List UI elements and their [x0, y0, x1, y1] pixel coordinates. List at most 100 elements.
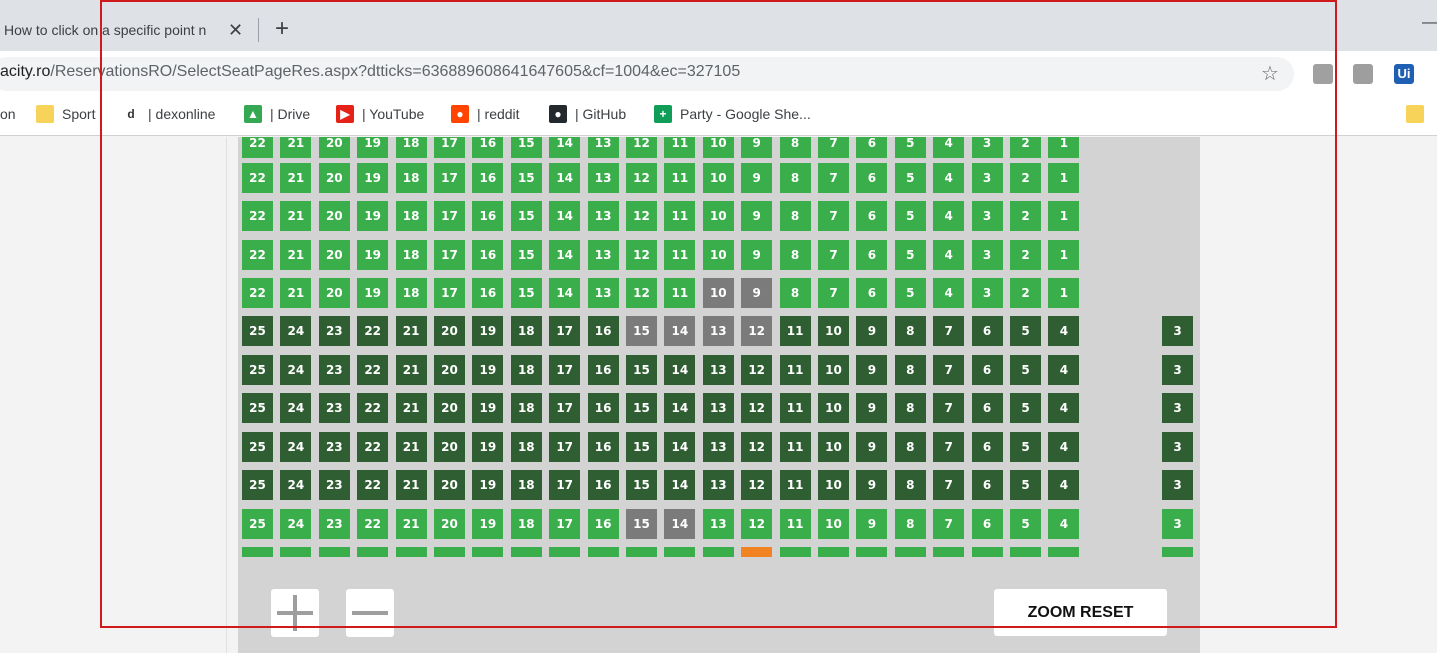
seat[interactable]: 3 — [1162, 393, 1193, 423]
seat[interactable]: 7 — [933, 393, 965, 423]
seat[interactable]: 8 — [894, 355, 926, 385]
close-tab-icon[interactable]: ✕ — [228, 20, 243, 41]
seat[interactable]: 8 — [779, 163, 811, 193]
seat[interactable]: 13 — [702, 355, 734, 385]
seat[interactable]: 22 — [357, 316, 389, 346]
seat[interactable]: 1 — [1048, 137, 1080, 158]
seat[interactable] — [510, 547, 542, 557]
zoom-reset-button[interactable]: ZOOM RESET — [994, 589, 1167, 636]
seat[interactable]: 23 — [318, 432, 350, 462]
seat[interactable]: 8 — [894, 316, 926, 346]
tower-extension-icon[interactable] — [1353, 64, 1373, 84]
seat[interactable]: 4 — [1048, 509, 1080, 539]
bookmark-youtube[interactable]: ▶ | YouTube — [336, 104, 424, 124]
seat[interactable]: 19 — [472, 316, 504, 346]
seat[interactable]: 9 — [856, 355, 888, 385]
seat[interactable]: 21 — [280, 137, 312, 158]
seat[interactable]: 20 — [434, 393, 465, 423]
seat[interactable]: 9 — [856, 509, 888, 539]
seat[interactable]: 18 — [510, 509, 542, 539]
new-tab-button[interactable]: + — [275, 17, 289, 41]
seat[interactable]: 13 — [587, 278, 619, 308]
seat[interactable]: 20 — [318, 278, 350, 308]
seat[interactable]: 15 — [510, 201, 542, 231]
seat[interactable]: 16 — [472, 278, 504, 308]
seat[interactable]: 5 — [894, 278, 926, 308]
seat[interactable]: 6 — [856, 240, 888, 270]
seat[interactable]: 8 — [894, 432, 926, 462]
seat[interactable]: 18 — [395, 163, 427, 193]
seat[interactable]: 24 — [280, 470, 312, 500]
minimize-window-button[interactable]: — — [1422, 14, 1437, 32]
seat[interactable]: 7 — [933, 432, 965, 462]
seat[interactable]: 13 — [702, 393, 734, 423]
seat[interactable]: 20 — [318, 163, 350, 193]
seat[interactable]: 23 — [318, 316, 350, 346]
seat[interactable]: 5 — [1010, 470, 1041, 500]
seat[interactable]: 16 — [587, 509, 619, 539]
seat[interactable]: 15 — [510, 163, 542, 193]
seat[interactable]: 15 — [626, 470, 657, 500]
seat[interactable]: 14 — [664, 509, 696, 539]
seat[interactable]: 7 — [933, 509, 965, 539]
seat[interactable]: 17 — [434, 201, 465, 231]
seat[interactable]: 6 — [971, 355, 1003, 385]
seat[interactable]: 19 — [472, 470, 504, 500]
seat[interactable]: 10 — [818, 316, 849, 346]
seat[interactable]: 7 — [818, 278, 849, 308]
seat[interactable]: 22 — [242, 278, 273, 308]
seat[interactable]: 21 — [395, 393, 427, 423]
seat[interactable]: 9 — [856, 432, 888, 462]
seat[interactable]: 8 — [779, 201, 811, 231]
seat[interactable]: 4 — [1048, 432, 1080, 462]
seat[interactable]: 4 — [1048, 355, 1080, 385]
seat[interactable]: 2 — [1010, 137, 1041, 158]
seat[interactable]: 6 — [856, 163, 888, 193]
seat[interactable]: 7 — [818, 137, 849, 158]
bookmark-drive[interactable]: ▲ | Drive — [244, 104, 310, 124]
seat[interactable] — [856, 547, 888, 557]
seat[interactable]: 9 — [856, 316, 888, 346]
seat[interactable]: 3 — [1162, 355, 1193, 385]
seat[interactable] — [434, 547, 465, 557]
seat[interactable]: 20 — [434, 316, 465, 346]
seat[interactable]: 5 — [1010, 432, 1041, 462]
seat[interactable]: 25 — [242, 432, 273, 462]
seat[interactable]: 7 — [933, 316, 965, 346]
seat[interactable]: 12 — [741, 470, 773, 500]
seat[interactable]: 11 — [664, 137, 696, 158]
seat[interactable]: 4 — [933, 240, 965, 270]
seat[interactable]: 11 — [779, 509, 811, 539]
seat[interactable]: 24 — [280, 355, 312, 385]
seat[interactable]: 24 — [280, 509, 312, 539]
seat[interactable] — [818, 547, 849, 557]
seat[interactable]: 17 — [549, 432, 581, 462]
seat[interactable]: 21 — [280, 163, 312, 193]
seat[interactable]: 24 — [280, 432, 312, 462]
seat[interactable]: 13 — [587, 201, 619, 231]
seat[interactable]: 21 — [395, 355, 427, 385]
seat[interactable]: 11 — [779, 470, 811, 500]
seat[interactable]: 25 — [242, 509, 273, 539]
seat[interactable] — [702, 547, 734, 557]
seat[interactable]: 21 — [395, 316, 427, 346]
seat[interactable]: 4 — [1048, 316, 1080, 346]
seat[interactable]: 6 — [971, 393, 1003, 423]
seat[interactable]: 14 — [664, 470, 696, 500]
seat[interactable]: 3 — [971, 240, 1003, 270]
seat-map[interactable]: 22 21 20 19 18 17 16 15 14 13 12 11 10 9 8 7 6 5 4 3 2 1 22 21 2… — [238, 137, 1200, 653]
seat[interactable]: 6 — [971, 432, 1003, 462]
seat[interactable]: 3 — [971, 137, 1003, 158]
seat[interactable]: 3 — [971, 201, 1003, 231]
seat[interactable]: 9 — [741, 240, 773, 270]
seat[interactable] — [242, 547, 273, 557]
seat[interactable]: 8 — [779, 137, 811, 158]
seat[interactable]: 8 — [894, 393, 926, 423]
seat[interactable]: 25 — [242, 470, 273, 500]
seat[interactable]: 20 — [318, 201, 350, 231]
bookmark-partial[interactable]: on — [0, 104, 16, 124]
seat[interactable]: 18 — [510, 470, 542, 500]
seat[interactable]: 16 — [587, 316, 619, 346]
seat[interactable]: 22 — [357, 509, 389, 539]
seat[interactable]: 23 — [318, 355, 350, 385]
